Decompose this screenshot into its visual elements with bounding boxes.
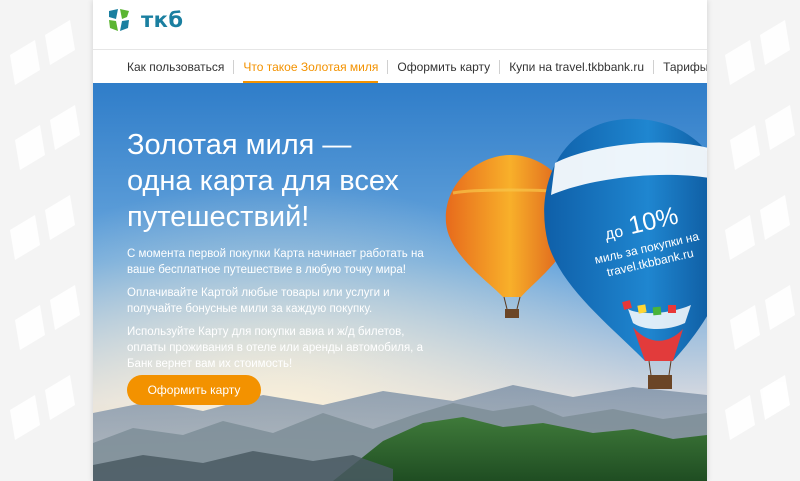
apply-card-button[interactable]: Оформить карту [127, 375, 261, 405]
hero-title-line-3: путешествий! [127, 201, 310, 233]
logo-text: ткб [141, 8, 184, 32]
top-nav: Как пользоваться Что такое Золотая миля … [93, 49, 707, 84]
nav-item-what-is-golden-mile[interactable]: Что такое Золотая миля [234, 50, 387, 84]
hero-title: Золотая миля — одна карта для всех путеш… [127, 127, 417, 235]
hero-title-line-1: Золотая миля — [127, 129, 352, 161]
tkb-logo-icon [109, 9, 129, 31]
nav-item-how-to-use[interactable]: Как пользоваться [127, 50, 233, 84]
header: ткб [93, 0, 707, 42]
logo[interactable]: ткб [107, 8, 184, 32]
hero-banner: Золотая миля — одна карта для всех путеш… [93, 83, 707, 481]
hero-title-line-2: одна карта для всех [127, 165, 399, 197]
main-page: ткб Как пользоваться Что такое Золотая м… [93, 0, 707, 481]
promo-prefix: до [603, 223, 625, 244]
hero-paragraph-3: Используйте Карту для покупки авиа и ж/д… [127, 326, 423, 370]
nav-item-buy-on-travel[interactable]: Купи на travel.tkbbank.ru [500, 50, 653, 84]
nav-item-tariffs[interactable]: Тарифы [654, 50, 707, 84]
hero-paragraph-2: Оплачивайте Картой любые товары или услу… [127, 287, 390, 315]
hero-paragraph-1: С момента первой покупки Карта начинает … [127, 248, 424, 276]
nav-item-apply-card[interactable]: Оформить карту [388, 50, 499, 84]
